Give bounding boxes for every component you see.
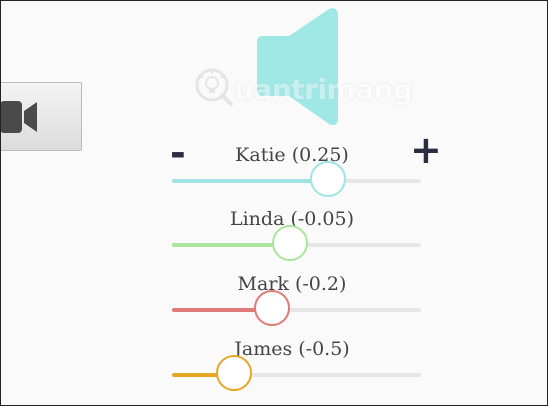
- slider-track[interactable]: [172, 355, 421, 391]
- slider-thumb[interactable]: [272, 225, 308, 261]
- slider-track[interactable]: [172, 225, 421, 261]
- person-slider-james: James (-0.5): [161, 338, 423, 398]
- bulb-q-logo-icon: [194, 67, 234, 111]
- app-frame: uantrimang - + Katie (0.25) Linda (-0.05…: [0, 0, 548, 406]
- person-label: Katie (0.25): [235, 144, 349, 166]
- person-slider-katie: Katie (0.25): [161, 144, 423, 204]
- person-slider-linda: Linda (-0.05): [161, 208, 423, 268]
- slider-fill: [172, 179, 328, 183]
- slider-thumb[interactable]: [216, 355, 252, 391]
- slider-thumb[interactable]: [310, 161, 346, 197]
- speaker-icon[interactable]: [257, 6, 339, 132]
- person-slider-mark: Mark (-0.2): [161, 273, 423, 333]
- slider-thumb[interactable]: [254, 290, 290, 326]
- person-label: James (-0.5): [234, 338, 350, 360]
- video-camera-icon: [1, 97, 40, 137]
- person-label: Mark (-0.2): [237, 273, 347, 295]
- slider-track[interactable]: [172, 290, 421, 326]
- camera-button[interactable]: [1, 82, 82, 151]
- slider-track[interactable]: [172, 161, 421, 197]
